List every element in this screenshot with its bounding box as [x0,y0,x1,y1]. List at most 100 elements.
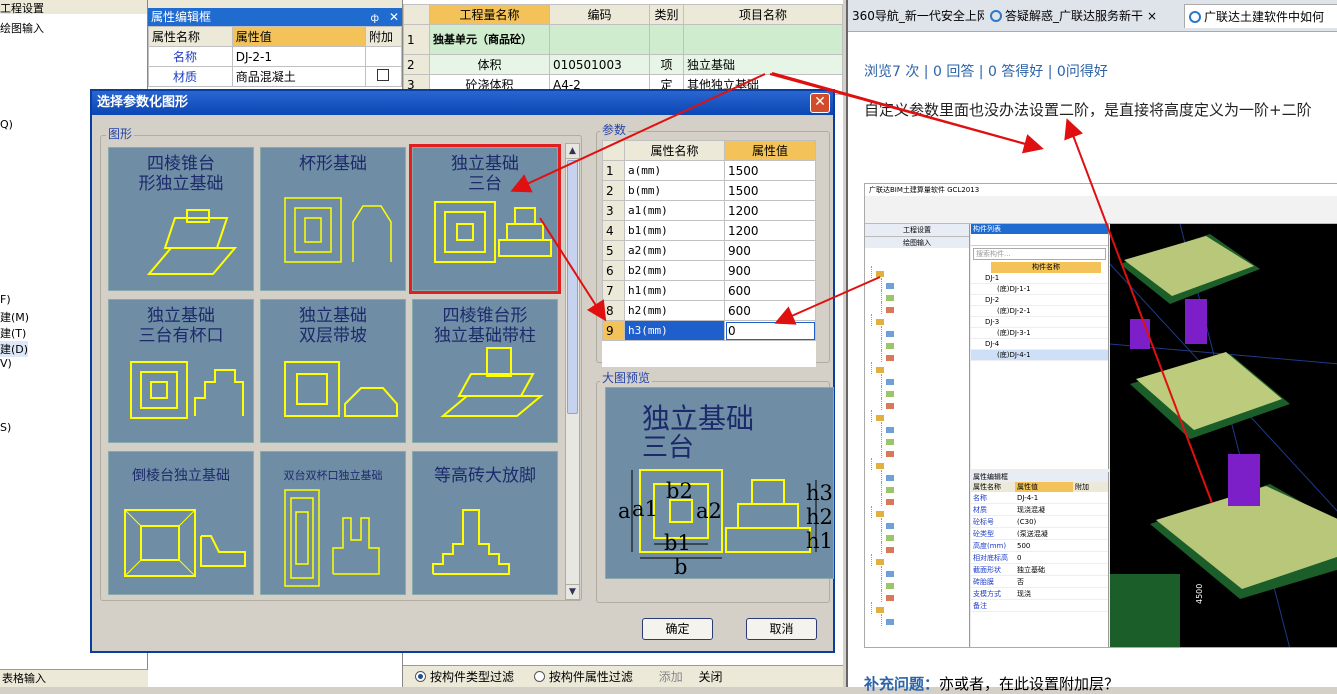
embedded-prop-row[interactable]: 材质 现浇混凝 [971,504,1108,516]
embedded-prop-value[interactable] [1015,600,1073,611]
embedded-list-item[interactable]: DJ-3 [971,317,1108,328]
param-value-input[interactable]: 900 [724,240,816,261]
table-row[interactable]: 1 独基单元（商品砼） [403,24,843,55]
prop-value[interactable]: 商品混凝土 [231,66,367,87]
shape-thumbnail[interactable]: 双台双杯口独立基础 [260,451,406,595]
embedded-prop-row[interactable]: 高度(mm) 500 [971,540,1108,552]
embedded-tree-node[interactable] [881,338,967,350]
nav-item-q[interactable]: Q) [0,118,13,131]
embedded-prop-row[interactable]: 支模方式 现浇 [971,588,1108,600]
table-row[interactable]: 名称 DJ-2-1 [148,46,402,67]
nav-item-table-input[interactable]: 表格输入 [0,669,148,687]
embedded-prop-row[interactable]: 备注 [971,600,1108,612]
embedded-prop-value[interactable]: 500 [1015,540,1073,551]
cell-code[interactable]: 010501003 [549,54,650,75]
param-value-input[interactable]: 0 [724,320,816,341]
shape-thumbnail[interactable]: 杯形基础 [260,147,406,291]
embedded-prop-row[interactable]: 砖胎膜 否 [971,576,1108,588]
embedded-prop-value[interactable]: (C30) [1015,516,1073,527]
scroll-down-icon[interactable]: ▼ [566,584,579,599]
embedded-prop-value[interactable]: 现浇混凝 [1015,504,1073,515]
embedded-list-item[interactable]: DJ-4 [971,339,1108,350]
embedded-tree-node[interactable] [871,362,967,374]
shape-thumbnail[interactable]: 四棱锥台形 独立基础带柱 [412,299,558,443]
embedded-list-item[interactable]: (底)DJ-2-1 [971,306,1108,317]
param-row[interactable]: 8 h2(mm) 600 [602,300,816,321]
param-row[interactable]: 7 h1(mm) 600 [602,280,816,301]
nav-item-d[interactable]: 建(D) [0,341,29,357]
embedded-tree-node[interactable] [881,326,967,338]
embedded-prop-value[interactable]: DJ-4-1 [1015,492,1073,503]
add-button[interactable]: 添加 [659,670,683,684]
filter-by-type-label[interactable]: 按构件类型过滤 [430,670,514,684]
embedded-tree-node[interactable] [871,554,967,566]
embedded-prop-row[interactable]: 砼标号 (C30) [971,516,1108,528]
embedded-tree-node[interactable] [881,578,967,590]
embedded-prop-value[interactable]: 现浇 [1015,588,1073,599]
nav-item-s[interactable]: S) [0,421,11,434]
param-row[interactable]: 6 b2(mm) 900 [602,260,816,281]
embedded-tree-node[interactable] [881,470,967,482]
nav-item-drawing-input[interactable]: 绘图输入 [0,20,44,36]
param-value-input[interactable]: 1200 [724,200,816,221]
embedded-prop-value[interactable]: 0 [1015,552,1073,563]
embedded-list-item[interactable]: (底)DJ-3-1 [971,328,1108,339]
param-value-input[interactable]: 1500 [724,160,816,181]
embedded-tree-node[interactable] [881,494,967,506]
param-value-input[interactable]: 1500 [724,180,816,201]
param-row[interactable]: 3 a1(mm) 1200 [602,200,816,221]
embedded-tree-node[interactable] [881,542,967,554]
embedded-tree-node[interactable] [881,350,967,362]
embedded-tree-node[interactable] [871,506,967,518]
embedded-tree-node[interactable] [881,566,967,578]
scroll-thumb[interactable] [567,160,578,414]
filter-by-type-radio[interactable] [415,671,426,682]
embedded-list-item[interactable]: (底)DJ-4-1 [971,350,1108,361]
embedded-tree-node[interactable] [871,602,967,614]
cell-name[interactable]: 体积 [429,54,550,75]
embedded-tree-node[interactable] [871,458,967,470]
embedded-tree-node[interactable] [871,314,967,326]
ok-button[interactable]: 确定 [642,618,713,640]
filter-by-attr-radio[interactable] [533,671,545,682]
param-row[interactable]: 1 a(mm) 1500 [602,160,816,181]
close-icon[interactable]: × [1147,9,1157,23]
prop-extra-checkbox[interactable] [365,66,402,87]
embedded-tree-node[interactable] [881,290,967,302]
embedded-tree-node[interactable] [881,518,967,530]
cancel-button[interactable]: 取消 [746,618,817,640]
shape-thumbnail[interactable]: 独立基础 双层带坡 [260,299,406,443]
param-row[interactable]: 2 b(mm) 1500 [602,180,816,201]
embedded-prop-value[interactable]: 独立基础 [1015,564,1073,575]
shape-thumbnail[interactable]: 四棱锥台 形独立基础 [108,147,254,291]
embedded-list-item[interactable]: DJ-2 [971,295,1108,306]
nav-item-project-settings[interactable]: 工程设置 [0,0,147,15]
cell-category[interactable] [649,24,684,55]
close-icon[interactable]: ✕ [389,10,399,24]
embedded-prop-row[interactable]: 相对底标高 0 [971,552,1108,564]
cell-project[interactable]: 独立基础 [683,54,843,75]
table-row[interactable]: 材质 商品混凝土 [148,66,402,87]
cell-project[interactable] [683,24,843,55]
scroll-up-icon[interactable]: ▲ [566,144,579,159]
cell-name[interactable]: 独基单元（商品砼） [429,24,550,55]
shape-thumbnail[interactable]: 等高砖大放脚 [412,451,558,595]
nav-item-f[interactable]: F) [0,293,11,306]
embedded-tree-node[interactable] [881,422,967,434]
close-button[interactable]: 关闭 [699,670,723,684]
param-row[interactable]: 4 b1(mm) 1200 [602,220,816,241]
tab-360-nav[interactable]: 360导航_新一代安全上网导 [848,4,984,28]
embedded-tree-node[interactable] [881,374,967,386]
nav-item-m[interactable]: 建(M) [0,309,29,325]
embedded-tree-node[interactable] [881,434,967,446]
embedded-prop-row[interactable]: 截面形状 独立基础 [971,564,1108,576]
param-value-input[interactable]: 1200 [724,220,816,241]
shape-thumbnail[interactable]: 独立基础 三台 [409,144,561,294]
pin-icon[interactable]: ф [371,13,380,24]
embedded-tree-node[interactable] [881,590,967,602]
embedded-prop-row[interactable]: 砼类型 (泵送混凝 [971,528,1108,540]
embedded-tree-node[interactable] [871,410,967,422]
param-value-input[interactable]: 600 [724,300,816,321]
close-icon[interactable]: ✕ [810,93,830,113]
shapes-scrollbar[interactable]: ▲ ▼ [565,143,580,600]
